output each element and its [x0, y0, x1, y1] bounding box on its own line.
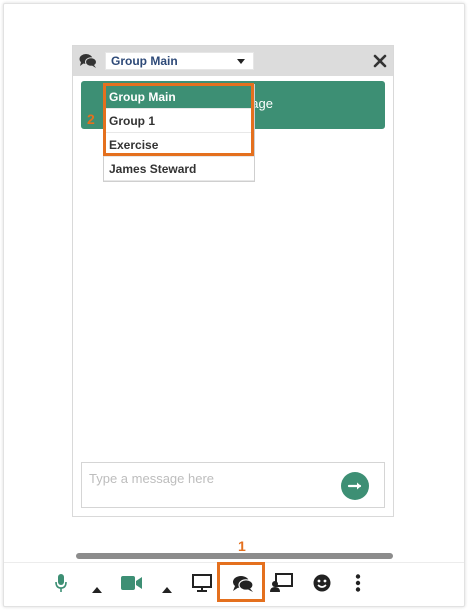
- chevron-down-icon: [237, 59, 245, 64]
- smile-icon[interactable]: [313, 574, 331, 596]
- callout-number-1: 1: [238, 538, 246, 554]
- dropdown-option-james-steward[interactable]: James Steward: [104, 157, 254, 181]
- group-select[interactable]: Group Main: [105, 52, 254, 70]
- message-input-box: [81, 462, 385, 508]
- chat-header: Group Main: [73, 46, 393, 76]
- dropdown-option-group-main[interactable]: Group Main: [104, 85, 254, 109]
- horizontal-scrollbar[interactable]: [76, 553, 393, 559]
- group-dropdown-list: Group Main Group 1 Exercise James Stewar…: [103, 84, 255, 182]
- dropdown-option-group-1[interactable]: Group 1: [104, 109, 254, 133]
- close-icon[interactable]: [373, 53, 387, 68]
- caret-up-icon[interactable]: [92, 579, 102, 598]
- camera-icon[interactable]: [121, 575, 143, 594]
- bottom-toolbar: [4, 562, 464, 607]
- arrow-right-icon: [347, 482, 362, 490]
- chat-icon[interactable]: [232, 575, 254, 597]
- chat-bubbles-icon: [79, 53, 97, 73]
- message-input[interactable]: [87, 466, 331, 490]
- caret-up-icon[interactable]: [162, 579, 172, 598]
- microphone-icon[interactable]: [55, 573, 67, 597]
- monitor-icon[interactable]: [192, 574, 212, 596]
- callout-number-2: 2: [87, 111, 95, 127]
- screen-share-icon[interactable]: [270, 573, 294, 597]
- group-select-value: Group Main: [111, 54, 178, 68]
- send-button[interactable]: [341, 472, 369, 500]
- more-vertical-icon[interactable]: [355, 574, 361, 596]
- dropdown-option-exercise[interactable]: Exercise: [104, 133, 254, 157]
